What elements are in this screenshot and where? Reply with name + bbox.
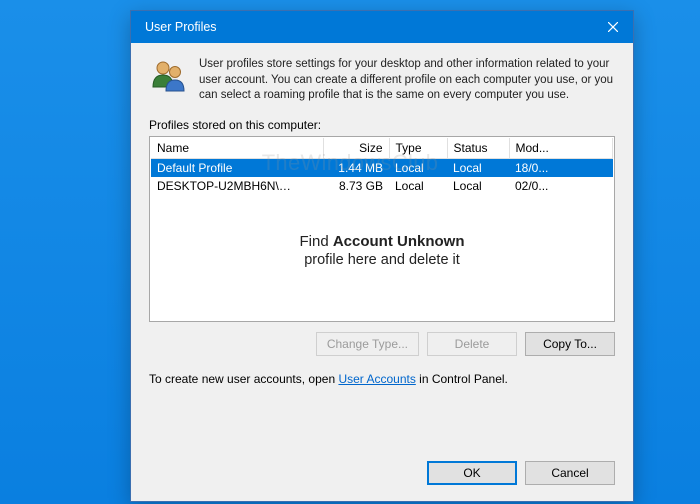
- user-profiles-dialog: User Profiles User profiles store settin…: [130, 10, 634, 502]
- footer-text: To create new user accounts, open User A…: [149, 372, 615, 386]
- cancel-button[interactable]: Cancel: [525, 461, 615, 485]
- cell-status: Local: [447, 158, 509, 177]
- profiles-list[interactable]: Name Size Type Status Mod... Default Pro…: [149, 136, 615, 322]
- annotation: Find Account Unknown profile here and de…: [150, 233, 614, 270]
- column-headers[interactable]: Name Size Type Status Mod...: [151, 138, 613, 159]
- col-status[interactable]: Status: [447, 138, 509, 159]
- cell-type: Local: [389, 177, 447, 195]
- intro-text: User profiles store settings for your de…: [199, 57, 615, 104]
- cell-name: Default Profile: [151, 158, 323, 177]
- ok-button[interactable]: OK: [427, 461, 517, 485]
- cell-type: Local: [389, 158, 447, 177]
- col-modified[interactable]: Mod...: [509, 138, 613, 159]
- close-button[interactable]: [593, 11, 633, 43]
- window-title: User Profiles: [145, 11, 593, 43]
- table-row[interactable]: Default Profile 1.44 MB Local Local 18/0…: [151, 158, 613, 177]
- change-type-button: Change Type...: [316, 332, 419, 356]
- close-icon: [608, 22, 618, 32]
- desktop: TheWindowsClub User Profiles User profil…: [0, 0, 700, 504]
- col-name[interactable]: Name: [151, 138, 323, 159]
- cell-status: Local: [447, 177, 509, 195]
- cell-modified: 18/0...: [509, 158, 613, 177]
- delete-button: Delete: [427, 332, 517, 356]
- col-size[interactable]: Size: [323, 138, 389, 159]
- cell-size: 1.44 MB: [323, 158, 389, 177]
- copy-to-button[interactable]: Copy To...: [525, 332, 615, 356]
- cell-name: DESKTOP-U2MBH6N\: [151, 177, 323, 195]
- cell-size: 8.73 GB: [323, 177, 389, 195]
- table-row[interactable]: DESKTOP-U2MBH6N\ 8.73 GB Local Local 02/…: [151, 177, 613, 195]
- users-icon: [149, 57, 187, 95]
- cell-modified: 02/0...: [509, 177, 613, 195]
- profiles-label: Profiles stored on this computer:: [149, 118, 615, 132]
- titlebar: User Profiles: [131, 11, 633, 43]
- col-type[interactable]: Type: [389, 138, 447, 159]
- user-accounts-link[interactable]: User Accounts: [338, 372, 415, 386]
